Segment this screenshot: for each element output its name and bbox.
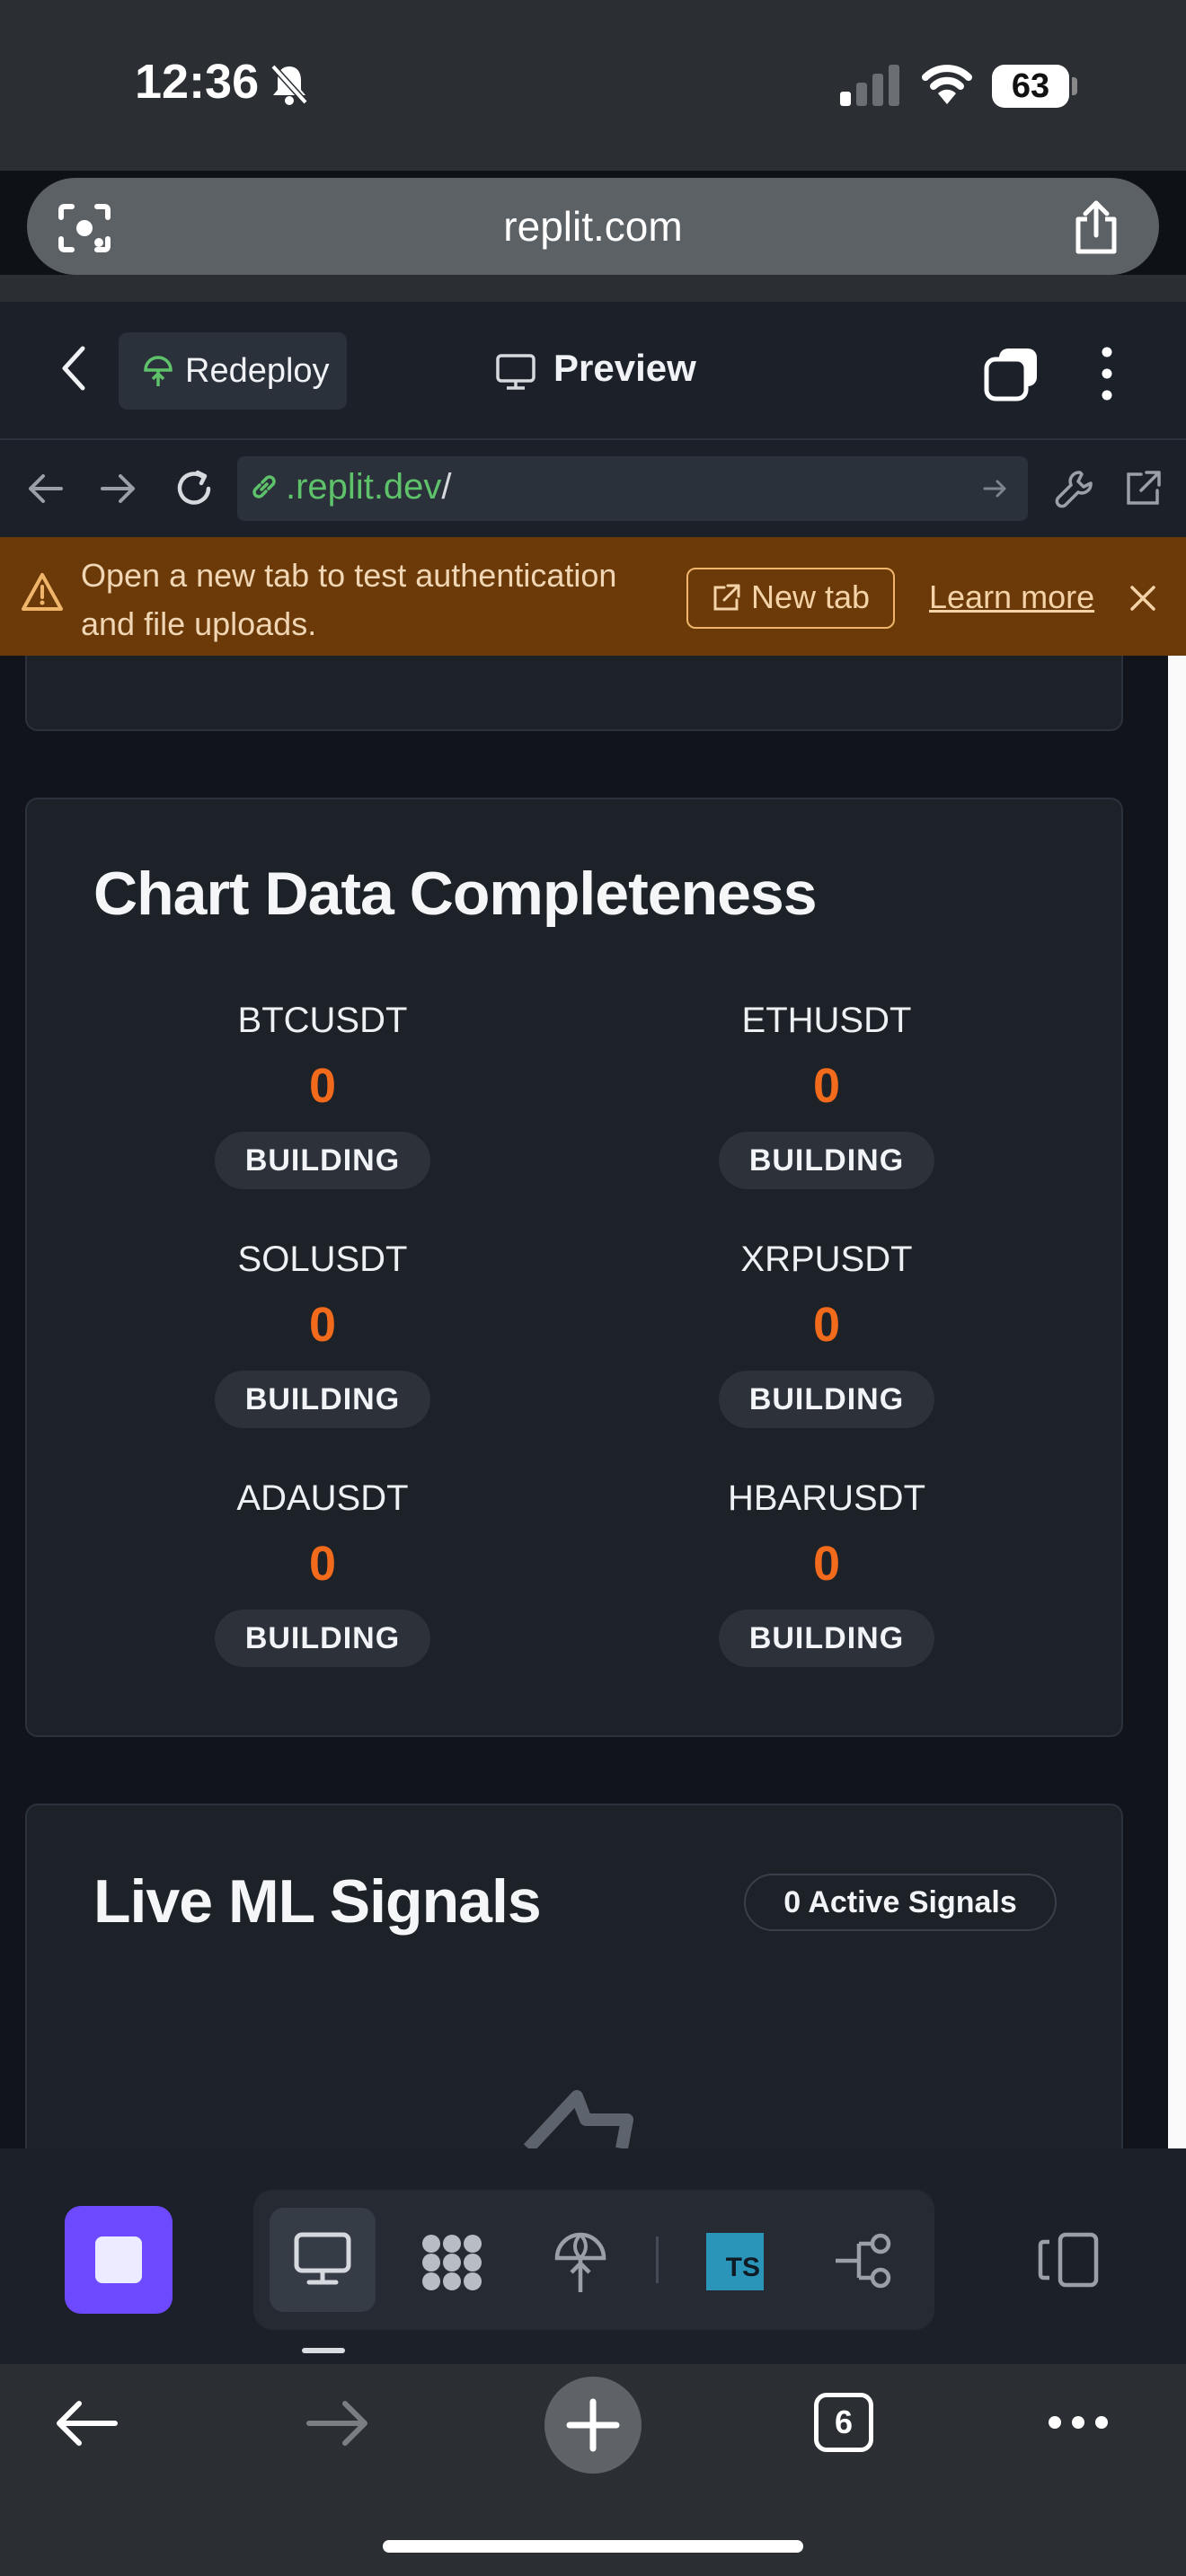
address-path: / <box>441 467 452 507</box>
preview-title: Preview <box>553 347 696 389</box>
url-text: replit.com <box>503 203 683 250</box>
symbol-count: 0 <box>812 1298 841 1352</box>
preview-tool-icon <box>293 2231 352 2291</box>
status-badge: BUILDING <box>215 1132 430 1189</box>
tab-count-button[interactable]: 6 <box>814 2393 873 2452</box>
symbol-count: 0 <box>308 1298 337 1352</box>
close-icon[interactable] <box>1127 582 1159 619</box>
warning-icon <box>20 571 65 617</box>
cellular-signal-icon <box>840 65 903 112</box>
symbol-label: ADAUSDT <box>236 1478 409 1518</box>
devtools-wrench-icon[interactable] <box>1053 467 1096 515</box>
tabs-icon[interactable] <box>983 345 1040 407</box>
deployments-tool-icon[interactable] <box>553 2231 607 2300</box>
browser-chrome-bottom <box>0 275 1186 302</box>
share-icon[interactable] <box>1071 199 1121 261</box>
status-badge: BUILDING <box>719 1132 934 1189</box>
reload-icon[interactable] <box>173 467 216 515</box>
browser-url-bar[interactable]: replit.com <box>27 178 1159 275</box>
chart-completeness-title: Chart Data Completeness <box>93 860 818 928</box>
symbol-label: XRPUSDT <box>740 1239 913 1279</box>
plus-icon <box>566 2398 620 2457</box>
nav-forward-icon[interactable] <box>99 471 138 511</box>
browser-back-icon[interactable] <box>52 2398 119 2453</box>
preview-scroll-strip <box>1168 656 1186 2148</box>
symbol-label: SOLUSDT <box>237 1239 408 1279</box>
battery-tip <box>1072 77 1077 95</box>
open-external-icon[interactable] <box>1121 467 1164 515</box>
battery-indicator: 63 <box>992 65 1069 108</box>
link-icon <box>248 471 280 507</box>
status-badge: BUILDING <box>719 1610 934 1667</box>
lens-icon[interactable] <box>56 203 113 258</box>
status-badge: BUILDING <box>215 1610 430 1667</box>
symbol-count: 0 <box>308 1537 337 1591</box>
symbol-count: 0 <box>812 1059 841 1113</box>
status-time: 12:36 <box>135 55 260 109</box>
symbol-count: 0 <box>812 1537 841 1591</box>
bell-slash-icon <box>270 63 314 108</box>
go-arrow-icon[interactable] <box>981 474 1010 507</box>
symbol-count: 0 <box>308 1059 337 1113</box>
home-indicator <box>383 2540 803 2553</box>
deploy-icon <box>140 354 176 394</box>
more-options-icon[interactable] <box>1093 345 1121 407</box>
status-badge: BUILDING <box>215 1371 430 1428</box>
live-signals-title: Live ML Signals <box>93 1867 542 1936</box>
redeploy-label: Redeploy <box>185 352 330 390</box>
address-domain: .replit.dev <box>286 467 442 507</box>
git-branch-tool-icon[interactable] <box>832 2231 897 2295</box>
lightning-icon <box>521 2089 638 2153</box>
nav-back-icon[interactable] <box>25 471 65 511</box>
wifi-icon <box>918 59 976 110</box>
banner-message: Open a new tab to test authentication an… <box>81 557 617 642</box>
new-tab-icon <box>710 582 742 619</box>
symbol-label: BTCUSDT <box>237 1001 408 1040</box>
active-tab-indicator <box>302 2348 345 2353</box>
browser-forward-icon[interactable] <box>305 2398 372 2453</box>
symbol-label: ETHUSDT <box>741 1001 912 1040</box>
preview-address-text: .replit.dev/ <box>286 467 452 507</box>
split-view-icon[interactable] <box>1033 2231 1102 2293</box>
back-chevron-icon[interactable] <box>58 341 90 400</box>
toolbar-divider <box>656 2236 659 2283</box>
active-signals-badge: 0 Active Signals <box>744 1874 1057 1931</box>
workflows-tool-icon[interactable] <box>419 2231 485 2298</box>
learn-more-link[interactable]: Learn more <box>929 578 1094 616</box>
new-tab-label: New tab <box>751 578 871 615</box>
monitor-icon <box>494 352 537 396</box>
status-badge: BUILDING <box>719 1371 934 1428</box>
symbol-label: HBARUSDT <box>727 1478 926 1518</box>
ts-glyph: TS <box>725 2253 760 2282</box>
browser-more-icon[interactable] <box>1046 2413 1111 2437</box>
stop-icon <box>95 2236 142 2283</box>
